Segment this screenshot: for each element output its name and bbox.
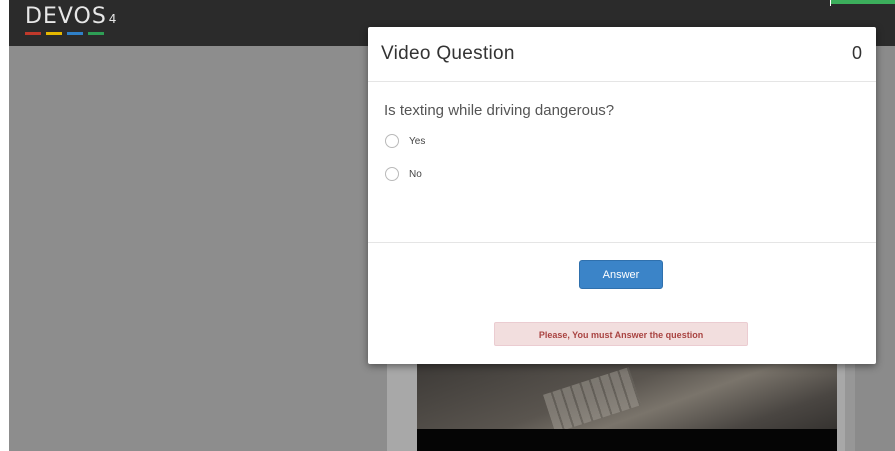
video-frame-image [543, 367, 641, 433]
corner-status-indicator [831, 0, 895, 4]
option-no[interactable]: No [385, 167, 422, 181]
app-logo[interactable]: DEVOS 4 [25, 6, 117, 42]
logo-stripes [25, 32, 117, 35]
logo-stripe-green [88, 32, 104, 35]
video-control-bar[interactable] [417, 429, 837, 451]
option-yes-label: Yes [409, 135, 426, 147]
option-no-label: No [409, 168, 422, 180]
option-yes[interactable]: Yes [385, 134, 425, 148]
radio-yes[interactable] [385, 134, 399, 148]
validation-alert: Please, You must Answer the question [494, 322, 748, 346]
radio-no[interactable] [385, 167, 399, 181]
video-question-modal: Video Question 0 Is texting while drivin… [368, 27, 876, 364]
logo-stripe-blue [67, 32, 83, 35]
question-counter: 0 [851, 43, 862, 63]
modal-body: Is texting while driving dangerous? Yes … [368, 82, 876, 243]
modal-title: Video Question [381, 43, 515, 64]
left-content-area [9, 46, 387, 451]
question-text: Is texting while driving dangerous? [384, 102, 615, 119]
logo-text: DEVOS [25, 4, 107, 29]
modal-header: Video Question 0 [368, 27, 876, 82]
video-player[interactable] [417, 364, 837, 451]
logo-version: 4 [108, 12, 118, 26]
answer-button[interactable]: Answer [579, 260, 663, 289]
logo-stripe-yellow [46, 32, 62, 35]
logo-stripe-red [25, 32, 41, 35]
